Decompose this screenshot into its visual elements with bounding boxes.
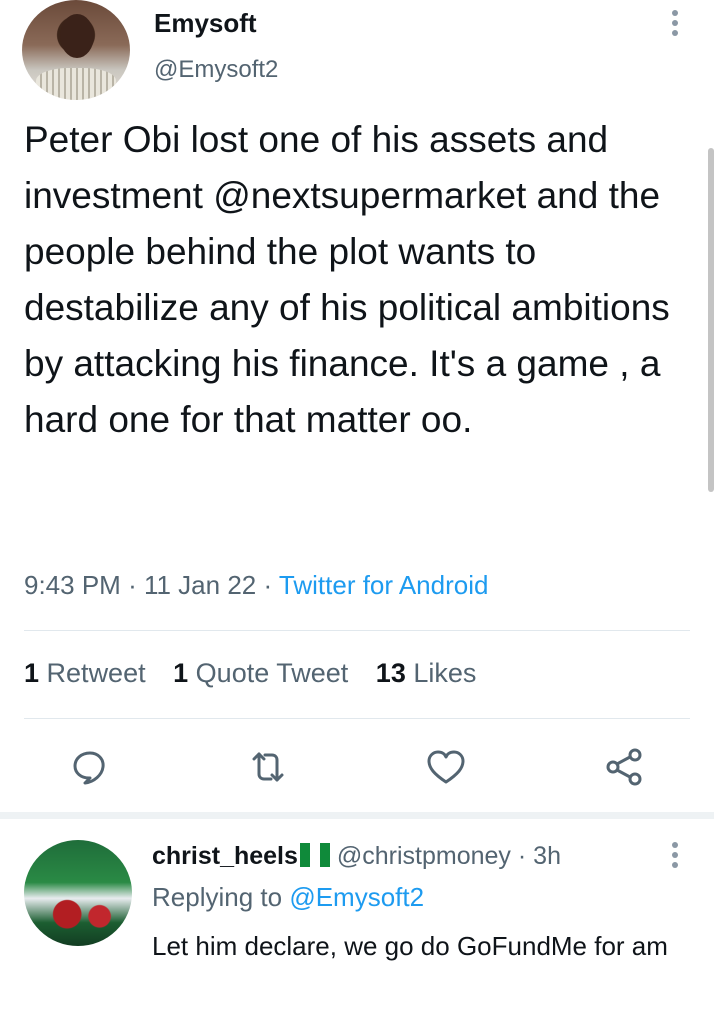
- reply-text: Let him declare, we go do GoFundMe for a…: [152, 931, 668, 961]
- replying-to-link[interactable]: @Emysoft2: [289, 882, 424, 912]
- more-options-icon[interactable]: [668, 10, 682, 42]
- like-icon[interactable]: [424, 745, 468, 789]
- reply-header: christ_heels @christpmoney · 3h: [152, 842, 561, 871]
- tweet-text: Peter Obi lost one of his assets and inv…: [24, 119, 670, 440]
- tweet-time: 9:43 PM: [24, 570, 121, 600]
- reply-author-handle[interactable]: @christpmoney: [337, 842, 511, 870]
- reply-separator: ·: [517, 842, 527, 870]
- divider: [24, 718, 690, 719]
- avatar-shirt: [36, 68, 116, 100]
- share-icon[interactable]: [602, 745, 646, 789]
- likes-stat[interactable]: 13 Likes: [376, 658, 477, 688]
- quote-tweets-stat[interactable]: 1 Quote Tweet: [173, 658, 348, 688]
- tweet-actions-bar: [0, 745, 714, 795]
- reply-author-avatar[interactable]: [24, 840, 132, 946]
- author-handle[interactable]: @Emysoft2: [154, 56, 278, 84]
- scrollbar[interactable]: [708, 148, 714, 492]
- retweet-icon[interactable]: [246, 745, 290, 789]
- tweet-source-link[interactable]: Twitter for Android: [279, 570, 489, 600]
- meta-separator: ·: [128, 570, 137, 600]
- author-name[interactable]: Emysoft: [154, 8, 257, 39]
- reply-author-name[interactable]: christ_heels: [152, 842, 298, 870]
- section-separator: [0, 812, 714, 819]
- avatar-face: [60, 14, 94, 58]
- tweet-meta: 9:43 PM · 11 Jan 22 · Twitter for Androi…: [24, 570, 488, 601]
- replying-to: Replying to @Emysoft2: [152, 882, 424, 913]
- author-avatar[interactable]: [22, 0, 130, 100]
- reply-more-options-icon[interactable]: [668, 842, 682, 874]
- meta-separator: ·: [263, 570, 273, 600]
- reply-time: 3h: [533, 842, 561, 870]
- replying-to-prefix: Replying to: [152, 882, 283, 912]
- tweet-date: 11 Jan 22: [143, 570, 257, 600]
- divider: [24, 630, 690, 631]
- nigeria-flag-icon: [299, 843, 330, 867]
- reply-icon[interactable]: [68, 745, 112, 789]
- retweets-stat[interactable]: 1 Retweet: [24, 658, 146, 688]
- tweet-stats: 1 Retweet 1 Quote Tweet 13 Likes: [24, 658, 496, 689]
